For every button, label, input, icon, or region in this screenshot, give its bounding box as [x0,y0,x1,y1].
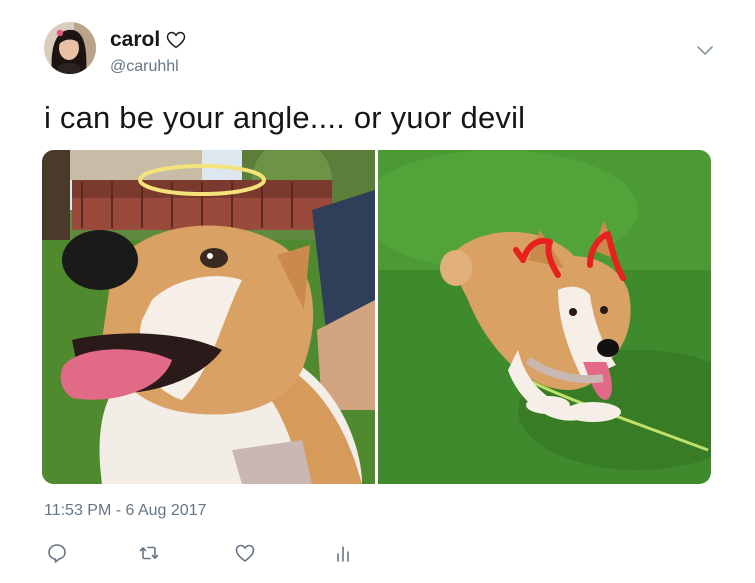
tweet-media [42,150,711,484]
tweet-timestamp[interactable]: 11:53 PM - 6 Aug 2017 [44,502,206,520]
user-handle[interactable]: @caruhhl [110,58,186,76]
heart-outline-icon [166,31,186,49]
tweet-header: carol @caruhhl [44,22,724,82]
tweet-text: i can be your angle.... or yuor devil [44,100,526,135]
avatar[interactable] [44,22,96,74]
photo-devil-corgi[interactable] [378,150,711,484]
analytics-icon[interactable] [330,541,356,565]
reply-icon[interactable] [44,541,70,565]
retweet-icon[interactable] [136,541,162,565]
display-name[interactable]: carol [110,28,160,52]
chevron-down-icon[interactable] [696,44,714,56]
photo-angel-corgi[interactable] [42,150,375,484]
like-icon[interactable] [232,541,258,565]
